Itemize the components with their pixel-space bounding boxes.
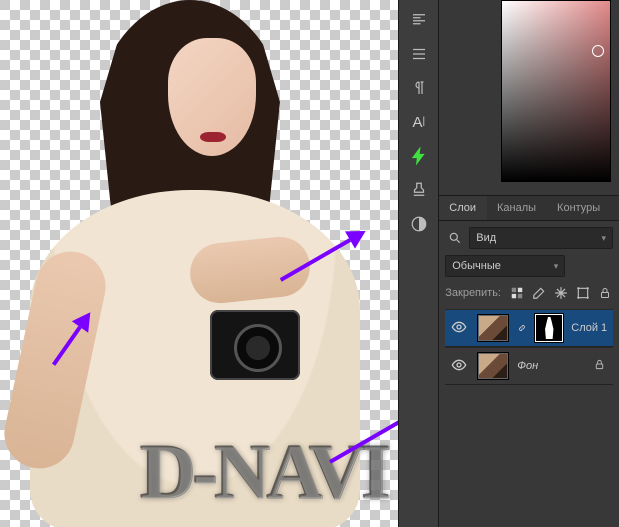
blend-mode-value: Обычные (452, 260, 501, 272)
tab-layers[interactable]: Слои (439, 196, 487, 220)
layer-row[interactable]: Фон (445, 347, 613, 385)
character-icon[interactable]: A| (403, 106, 435, 138)
visibility-toggle-icon[interactable] (449, 357, 469, 376)
layer-mask-thumbnail[interactable] (535, 314, 563, 342)
paragraph-align-icon[interactable] (403, 4, 435, 36)
layer-name-label[interactable]: Слой 1 (571, 322, 607, 334)
color-field[interactable] (501, 0, 611, 182)
layer-thumbnail[interactable] (477, 314, 509, 342)
lock-artboard-icon[interactable] (575, 285, 591, 301)
adjustments-icon[interactable] (403, 208, 435, 240)
layer-thumbnail[interactable] (477, 352, 509, 380)
panel-tabs: Слои Каналы Контуры (439, 196, 619, 221)
layer-name-label[interactable]: Фон (517, 360, 538, 372)
lock-position-icon[interactable] (553, 285, 569, 301)
lock-icon (594, 358, 605, 374)
document-canvas[interactable]: D-NAVI (0, 0, 399, 527)
layer-row[interactable]: Слой 1 (445, 309, 613, 347)
link-icon[interactable] (517, 323, 527, 333)
lock-transparent-icon[interactable] (509, 285, 525, 301)
tab-paths[interactable]: Контуры (547, 196, 611, 220)
color-picker-panel (439, 0, 619, 196)
stamp-icon[interactable] (403, 174, 435, 206)
vertical-toolstrip: A| (399, 0, 439, 527)
visibility-toggle-icon[interactable] (449, 319, 469, 338)
lock-pixels-icon[interactable] (531, 285, 547, 301)
layers-panel: Вид ▾ Обычные ▾ Закрепить: (439, 221, 619, 527)
blend-mode-select[interactable]: Обычные ▾ (445, 255, 565, 277)
tab-channels[interactable]: Каналы (487, 196, 547, 220)
search-icon (445, 231, 465, 245)
canvas-content (0, 0, 398, 527)
flash-icon[interactable] (403, 140, 435, 172)
pilcrow-icon[interactable] (403, 72, 435, 104)
chevron-down-icon: ▾ (554, 261, 559, 272)
lock-all-icon[interactable] (597, 285, 613, 301)
chevron-down-icon: ▾ (601, 233, 606, 244)
layers-list: Слой 1 Фон (445, 309, 613, 385)
lock-label: Закрепить: (445, 287, 501, 299)
layer-kind-filter[interactable]: Вид ▾ (469, 227, 613, 249)
line-spacing-icon[interactable] (403, 38, 435, 70)
layer-kind-filter-label: Вид (476, 232, 496, 244)
